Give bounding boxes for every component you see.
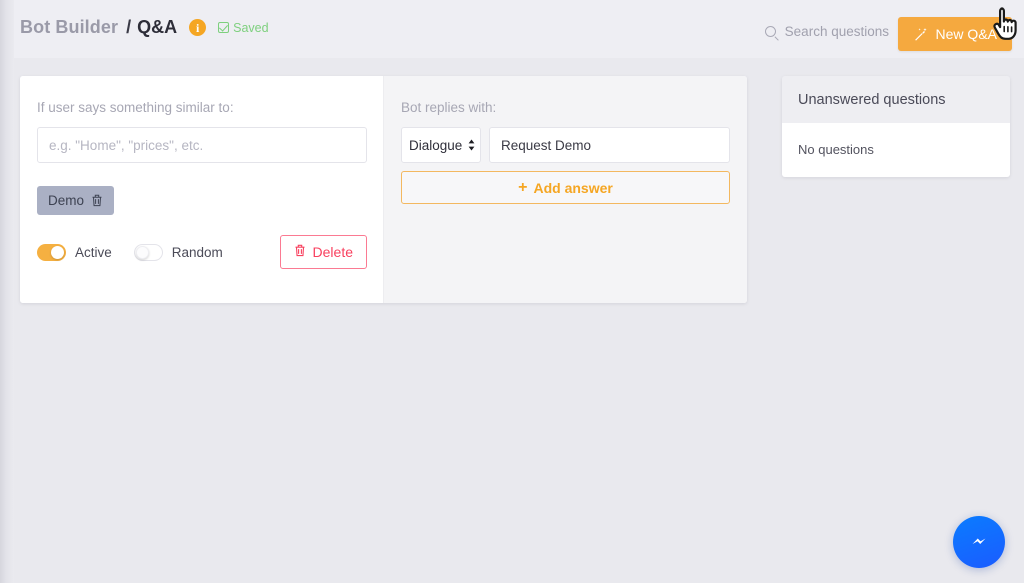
messenger-launcher-button[interactable] bbox=[953, 516, 1005, 568]
trash-icon bbox=[294, 244, 306, 260]
toggle-random-knob bbox=[136, 246, 149, 259]
answer-section: Bot replies with: Dialogue + Add answer bbox=[383, 76, 747, 303]
add-answer-button[interactable]: + Add answer bbox=[401, 171, 730, 204]
toggle-random[interactable] bbox=[134, 244, 163, 261]
plus-icon: + bbox=[518, 180, 527, 196]
trash-icon[interactable] bbox=[91, 194, 103, 207]
qa-card: If user says something similar to: Demo … bbox=[20, 76, 747, 303]
answer-type-select[interactable]: Dialogue bbox=[401, 127, 481, 163]
window-left-edge bbox=[0, 0, 14, 583]
delete-button[interactable]: Delete bbox=[280, 235, 367, 269]
question-tag-label: Demo bbox=[48, 193, 84, 208]
breadcrumb: Bot Builder / Q&A i Saved bbox=[20, 17, 269, 38]
app-header: Bot Builder / Q&A i Saved Search questio… bbox=[0, 0, 1024, 58]
select-arrows-icon bbox=[467, 138, 476, 152]
unanswered-questions-panel: Unanswered questions No questions bbox=[782, 76, 1010, 177]
toggle-active[interactable] bbox=[37, 244, 66, 261]
answer-input[interactable] bbox=[489, 127, 730, 163]
toggle-random-label: Random bbox=[172, 245, 223, 260]
check-icon bbox=[218, 22, 229, 33]
question-tag-list: Demo bbox=[37, 186, 361, 215]
answer-row: Dialogue bbox=[401, 127, 730, 163]
facebook-messenger-icon bbox=[964, 525, 994, 560]
new-qa-button[interactable]: New Q&A bbox=[898, 17, 1012, 51]
add-answer-label: Add answer bbox=[533, 180, 612, 196]
question-controls: Active Random Delete bbox=[37, 235, 367, 269]
answer-type-selected: Dialogue bbox=[409, 138, 462, 153]
unanswered-questions-title: Unanswered questions bbox=[782, 76, 1010, 123]
question-tag[interactable]: Demo bbox=[37, 186, 114, 215]
answer-section-label: Bot replies with: bbox=[401, 100, 730, 115]
status-badge: Saved bbox=[218, 21, 268, 35]
breadcrumb-current: Q&A bbox=[137, 17, 177, 38]
question-section: If user says something similar to: Demo … bbox=[20, 76, 383, 303]
search-input-placeholder[interactable]: Search questions bbox=[785, 24, 889, 39]
toggle-active-knob bbox=[51, 246, 64, 259]
info-icon[interactable]: i bbox=[189, 19, 206, 36]
new-qa-label: New Q&A bbox=[936, 26, 997, 42]
saved-label: Saved bbox=[233, 21, 268, 35]
toggle-active-label: Active bbox=[75, 245, 112, 260]
question-input[interactable] bbox=[37, 127, 367, 163]
unanswered-questions-empty: No questions bbox=[782, 123, 1010, 177]
breadcrumb-root[interactable]: Bot Builder bbox=[20, 17, 118, 38]
breadcrumb-separator: / bbox=[126, 17, 131, 38]
search-icon bbox=[765, 26, 776, 37]
question-section-label: If user says something similar to: bbox=[37, 100, 361, 115]
magic-wand-icon bbox=[913, 27, 928, 42]
search-questions[interactable]: Search questions bbox=[765, 24, 889, 39]
delete-button-label: Delete bbox=[313, 244, 353, 260]
